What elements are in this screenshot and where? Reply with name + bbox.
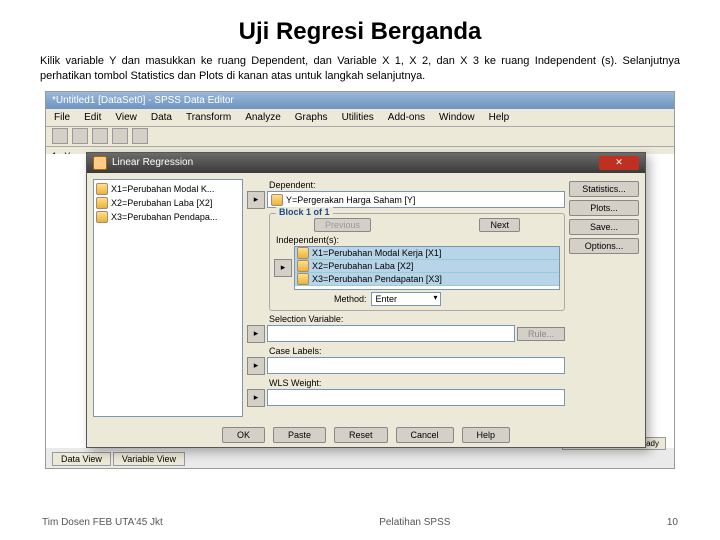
block-group: Block 1 of 1 Previous Next Independent(s… <box>269 213 565 311</box>
variable-icon <box>96 183 108 195</box>
options-button[interactable]: Options... <box>569 238 639 254</box>
menu-data[interactable]: Data <box>151 112 172 123</box>
move-independent-button[interactable]: ▸ <box>274 259 292 277</box>
rule-button[interactable]: Rule... <box>517 327 565 341</box>
slide-title: Uji Regresi Berganda <box>40 18 680 46</box>
menu-addons[interactable]: Add-ons <box>388 112 425 123</box>
dialog-icon <box>93 156 107 170</box>
menu-edit[interactable]: Edit <box>84 112 101 123</box>
variable-icon <box>297 260 309 272</box>
menu-transform[interactable]: Transform <box>186 112 231 123</box>
statistics-button[interactable]: Statistics... <box>569 181 639 197</box>
menu-window[interactable]: Window <box>439 112 475 123</box>
spss-window-title: *Untitled1 [DataSet0] - SPSS Data Editor <box>46 92 674 109</box>
dialog-title: Linear Regression <box>112 157 193 168</box>
menu-utilities[interactable]: Utilities <box>342 112 374 123</box>
save-button[interactable]: Save... <box>569 219 639 235</box>
list-item: X3=Perubahan Pendapatan [X3] <box>295 273 559 286</box>
footer-page-number: 10 <box>667 517 678 528</box>
tab-data-view[interactable]: Data View <box>52 452 111 466</box>
selection-label: Selection Variable: <box>269 314 565 324</box>
spss-menubar: File Edit View Data Transform Analyze Gr… <box>46 109 674 127</box>
footer-center: Pelatihan SPSS <box>379 517 450 528</box>
move-wls-button[interactable]: ▸ <box>247 389 265 407</box>
spss-toolbar <box>46 127 674 147</box>
screenshot-container: *Untitled1 [DataSet0] - SPSS Data Editor… <box>45 91 675 469</box>
toolbar-icon[interactable] <box>72 128 88 144</box>
previous-button[interactable]: Previous <box>314 218 371 232</box>
next-button[interactable]: Next <box>479 218 520 232</box>
menu-analyze[interactable]: Analyze <box>245 112 281 123</box>
list-item: X1=Perubahan Modal Kerja [X1] <box>295 247 559 260</box>
independent-list[interactable]: X1=Perubahan Modal Kerja [X1] X2=Perubah… <box>294 246 560 290</box>
source-variable-list[interactable]: X1=Perubahan Modal K... X2=Perubahan Lab… <box>93 179 243 417</box>
help-button[interactable]: Help <box>462 427 511 443</box>
variable-icon <box>297 247 309 259</box>
dependent-field[interactable]: Y=Pergerakan Harga Saham [Y] <box>267 191 565 208</box>
list-item: X2=Perubahan Laba [X2] <box>96 196 240 210</box>
ok-button[interactable]: OK <box>222 427 265 443</box>
move-case-button[interactable]: ▸ <box>247 357 265 375</box>
sheet-tabs: Data View Variable View <box>52 452 185 466</box>
reset-button[interactable]: Reset <box>334 427 388 443</box>
variable-icon <box>96 197 108 209</box>
method-label: Method: <box>334 294 367 304</box>
toolbar-icon[interactable] <box>92 128 108 144</box>
menu-view[interactable]: View <box>115 112 137 123</box>
paste-button[interactable]: Paste <box>273 427 326 443</box>
case-labels-label: Case Labels: <box>269 346 565 356</box>
toolbar-icon[interactable] <box>112 128 128 144</box>
selection-field[interactable] <box>267 325 515 342</box>
method-combo[interactable]: Enter <box>371 292 441 306</box>
cancel-button[interactable]: Cancel <box>396 427 454 443</box>
close-icon[interactable]: ✕ <box>599 156 639 170</box>
wls-label: WLS Weight: <box>269 378 565 388</box>
move-selection-button[interactable]: ▸ <box>247 325 265 343</box>
case-labels-field[interactable] <box>267 357 565 374</box>
menu-graphs[interactable]: Graphs <box>295 112 328 123</box>
dialog-titlebar: Linear Regression ✕ <box>87 153 645 173</box>
list-item: X1=Perubahan Modal K... <box>96 182 240 196</box>
footer-left: Tim Dosen FEB UTA'45 Jkt <box>42 517 163 528</box>
independent-label: Independent(s): <box>276 235 560 245</box>
menu-help[interactable]: Help <box>489 112 510 123</box>
dialog-button-row: OK Paste Reset Cancel Help <box>87 427 645 443</box>
toolbar-icon[interactable] <box>132 128 148 144</box>
tab-variable-view[interactable]: Variable View <box>113 452 185 466</box>
list-item: X3=Perubahan Pendapa... <box>96 210 240 224</box>
block-title: Block 1 of 1 <box>276 207 333 217</box>
menu-file[interactable]: File <box>54 112 70 123</box>
variable-icon <box>271 194 283 206</box>
plots-button[interactable]: Plots... <box>569 200 639 216</box>
slide-description: Kilik variable Y dan masukkan ke ruang D… <box>40 54 680 85</box>
slide-footer: Tim Dosen FEB UTA'45 Jkt Pelatihan SPSS … <box>0 517 720 528</box>
toolbar-icon[interactable] <box>52 128 68 144</box>
move-dependent-button[interactable]: ▸ <box>247 191 265 209</box>
wls-field[interactable] <box>267 389 565 406</box>
linear-regression-dialog: Linear Regression ✕ X1=Perubahan Modal K… <box>86 152 646 448</box>
variable-icon <box>96 211 108 223</box>
list-item: X2=Perubahan Laba [X2] <box>295 260 559 273</box>
variable-icon <box>297 273 309 285</box>
dependent-label: Dependent: <box>269 180 565 190</box>
